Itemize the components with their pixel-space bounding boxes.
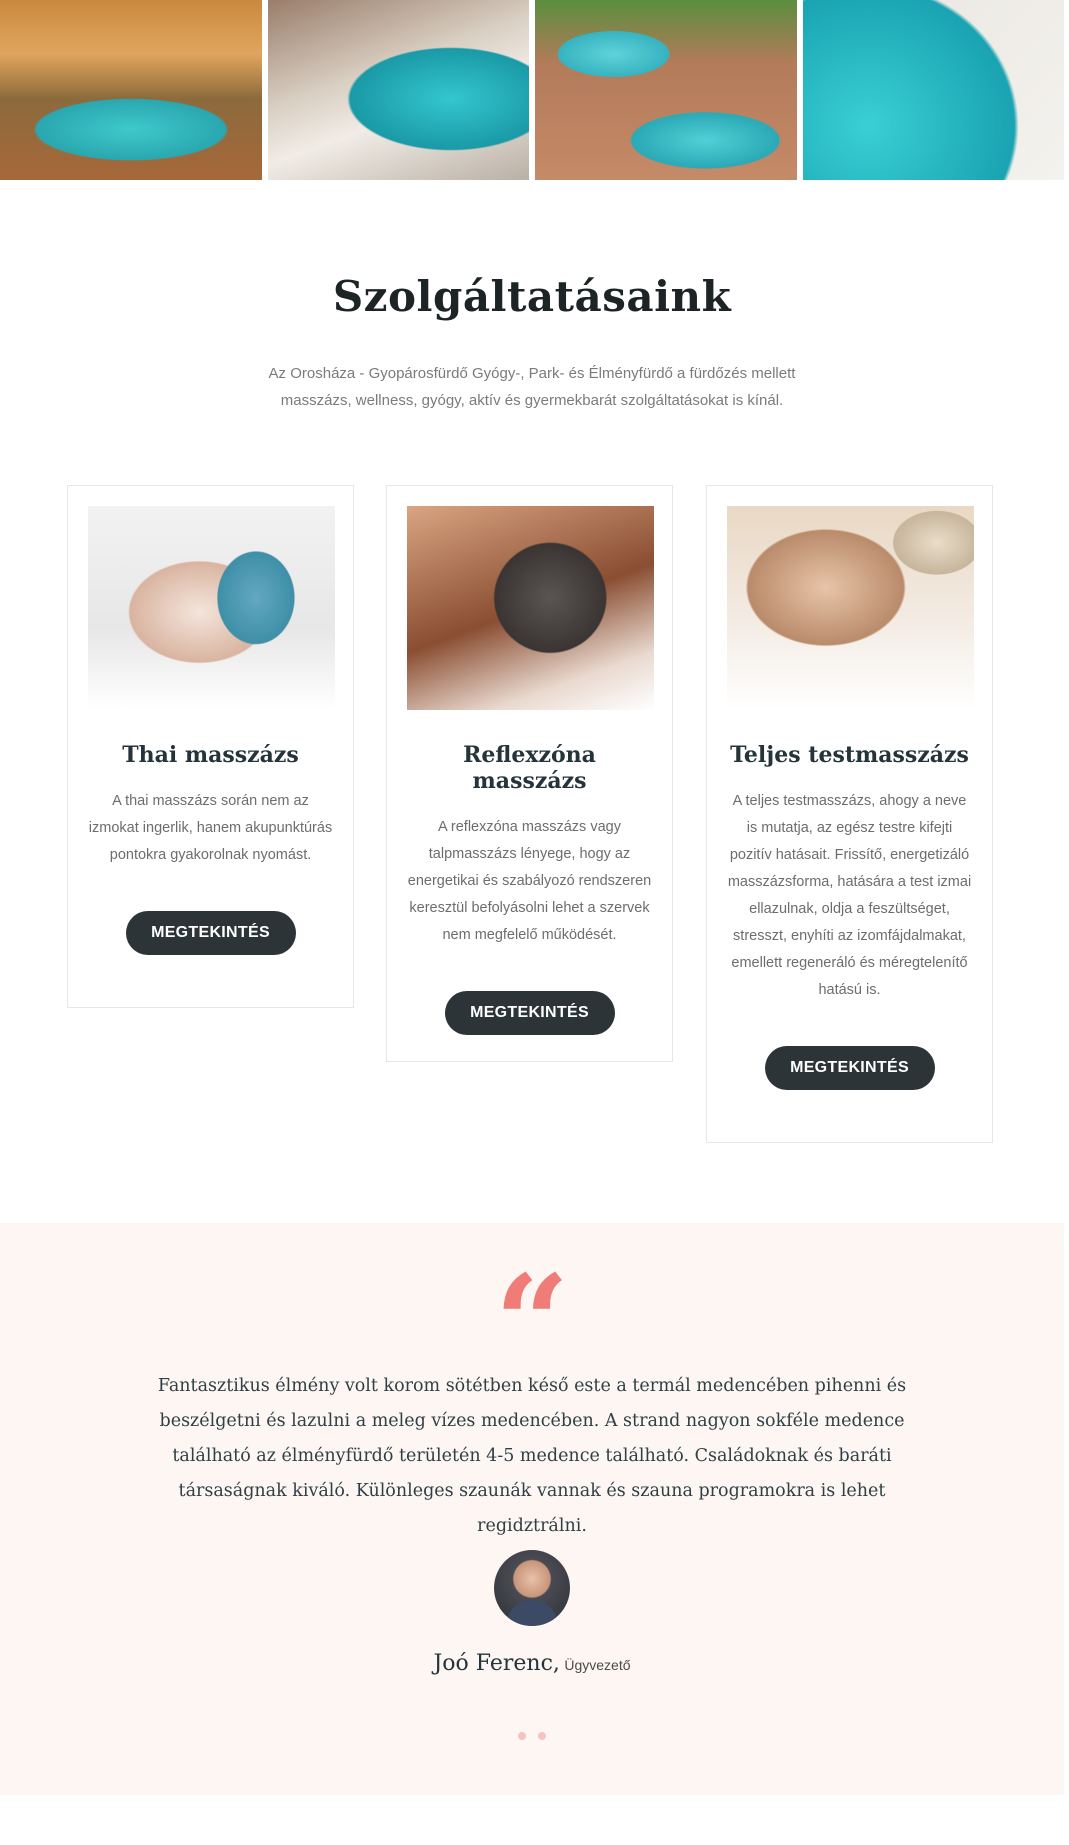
gallery-image-indoor-pool[interactable]	[0, 0, 262, 180]
service-image-reflexzona	[407, 506, 654, 710]
photo-gallery	[0, 0, 1064, 180]
gallery-image-towels-pool[interactable]	[267, 0, 529, 180]
carousel-dot[interactable]	[517, 1732, 526, 1740]
service-image-thai	[88, 506, 335, 710]
service-image-teljes	[727, 506, 974, 710]
gallery-image-outdoor-pools[interactable]	[535, 0, 797, 180]
testimonial-section: “ Fantasztikus élmény volt korom sötétbe…	[0, 1223, 1064, 1795]
services-title: Szolgáltatásaink	[332, 272, 732, 321]
service-card-title: Teljes testmasszázs	[730, 742, 969, 768]
service-card-thai: Thai masszázs A thai masszázs során nem …	[67, 485, 354, 1008]
service-card-title: Reflexzóna masszázs	[463, 742, 596, 794]
testimonial-text: Fantasztikus élmény volt korom sötétben …	[157, 1376, 907, 1536]
view-button-teljes[interactable]: MEGTEKINTÉS	[764, 1046, 935, 1090]
view-button-thai[interactable]: MEGTEKINTÉS	[125, 911, 296, 955]
author-role: Ügyvezető	[564, 1657, 631, 1673]
author-name: Joó Ferenc,	[433, 1651, 560, 1676]
service-card-title: Thai masszázs	[122, 742, 299, 768]
carousel-dot[interactable]	[538, 1732, 547, 1740]
testimonial-author: Joó Ferenc, Ügyvezető	[0, 1651, 1064, 1676]
gallery-image-swimmers[interactable]	[802, 0, 1064, 180]
avatar	[494, 1550, 570, 1626]
service-card-reflexzona: Reflexzóna masszázs A reflexzóna masszáz…	[386, 485, 673, 1062]
carousel-dots	[0, 1727, 1064, 1745]
service-card-text: A thai masszázs során nem az izmokat ing…	[88, 793, 333, 863]
service-card-text: A reflexzóna masszázs vagy talpmasszázs …	[407, 819, 652, 943]
service-card-teljes: Teljes testmasszázs A teljes testmasszáz…	[706, 485, 993, 1143]
view-button-reflexzona[interactable]: MEGTEKINTÉS	[444, 991, 615, 1035]
services-description: Az Orosháza - Gyopárosfürdő Gyógy-, Park…	[268, 365, 796, 409]
service-card-text: A teljes testmasszázs, ahogy a neve is m…	[727, 793, 972, 998]
